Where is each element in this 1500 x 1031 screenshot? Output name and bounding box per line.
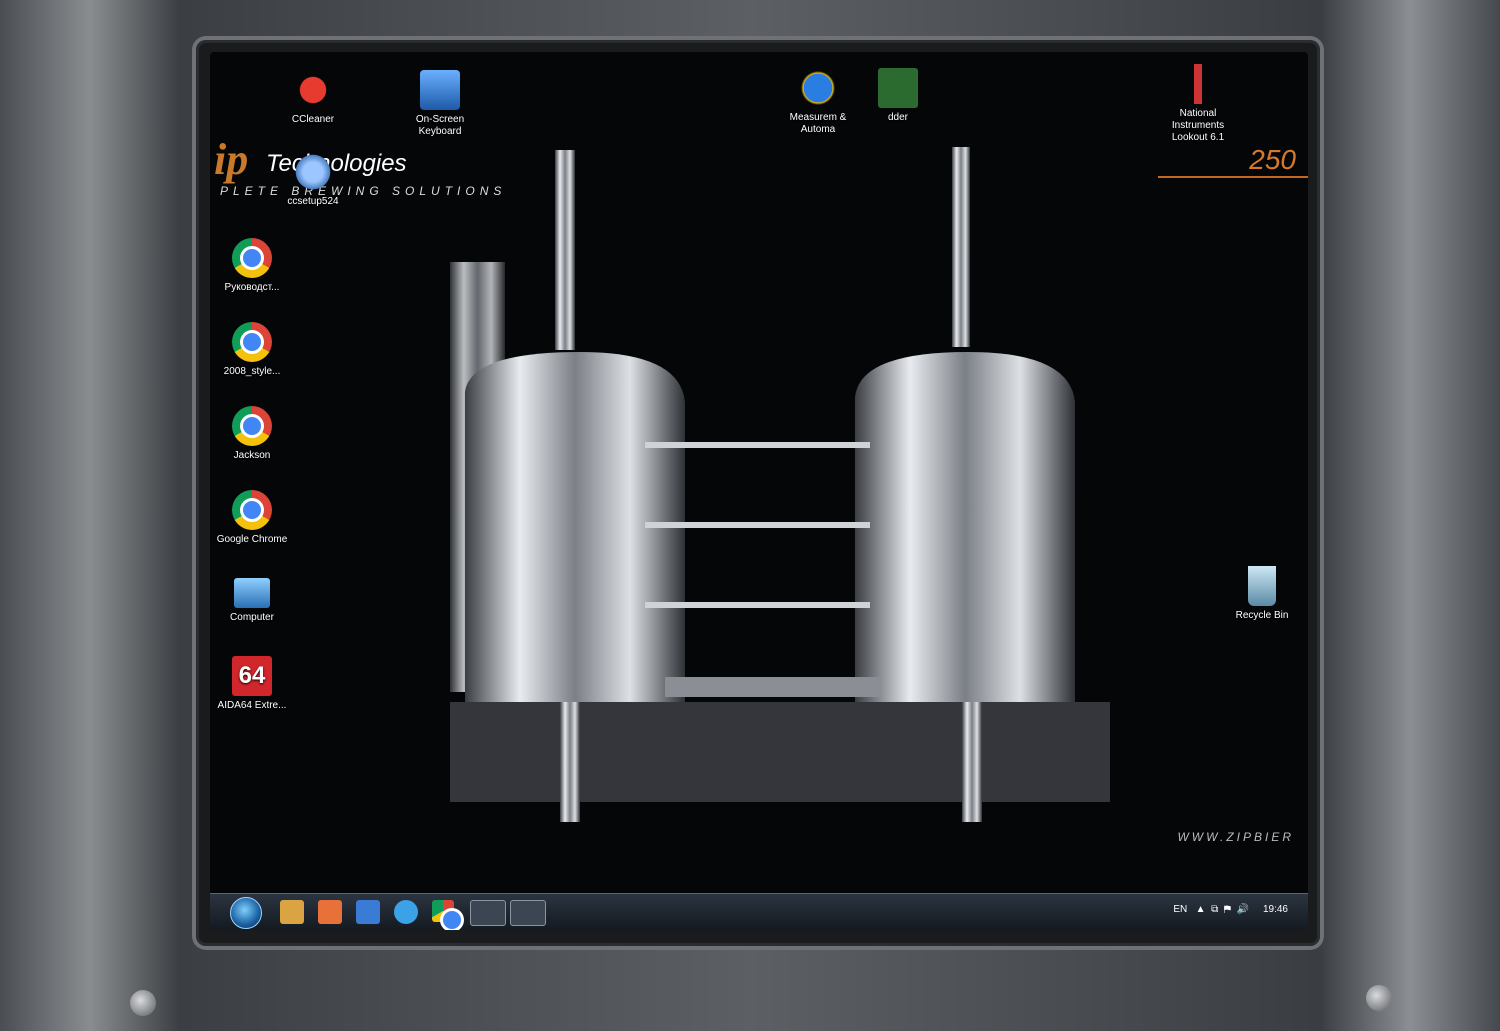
flag-icon[interactable]: ⚑ — [1224, 904, 1231, 915]
desktop-icon-measurement[interactable]: Measurem & Automa — [780, 68, 856, 136]
website-text: WWW.ZIPBIER — [1177, 830, 1294, 844]
windows-icon[interactable] — [356, 900, 380, 924]
chrome-icon — [232, 238, 272, 278]
chrome-icon — [232, 322, 272, 362]
desktop-icon-label: 2008_style... — [223, 366, 281, 377]
desktop-icon-rukovodstvo[interactable]: Руководст... — [214, 238, 290, 294]
media-player-icon[interactable] — [318, 900, 342, 924]
model-number: 250 — [1249, 144, 1296, 175]
desktop-icon-label: National Instruments Lookout 6.1 — [1171, 108, 1225, 143]
computer-icon — [234, 578, 270, 608]
network-icon[interactable]: ⧉ — [1211, 904, 1218, 915]
lookout-taskbar-icon[interactable] — [510, 900, 546, 926]
explorer-icon[interactable] — [280, 900, 304, 924]
keyboard-taskbar-icon[interactable] — [470, 900, 506, 926]
lighthouse-icon — [1178, 64, 1218, 104]
recycle-bin-icon — [1248, 566, 1276, 606]
desktop-icon-on-screen-keyboard[interactable]: On-Screen Keyboard — [402, 70, 478, 138]
desktop-icon-2008-style[interactable]: 2008_style... — [214, 322, 290, 378]
installer-icon — [293, 152, 333, 192]
brand-slogan: PLETE BREWING SOLUTIONS — [220, 184, 507, 198]
desktop-icon-label: ccsetup524 — [287, 196, 339, 207]
language-indicator[interactable]: EN — [1173, 904, 1187, 915]
model-underline — [1158, 176, 1308, 178]
brand-logo: ip Technologies PLETE BREWING SOLUTIONS — [214, 134, 501, 198]
measurement-icon — [798, 68, 838, 108]
taskbar: EN ▲ ⧉ ⚑ 🔊 19:46 — [210, 893, 1308, 930]
desktop-icon-google-chrome[interactable]: Google Chrome — [214, 490, 290, 546]
ladder-icon — [878, 68, 918, 108]
tray-arrow-icon[interactable]: ▲ — [1196, 904, 1206, 915]
brand-logo-mark: ip — [214, 135, 249, 184]
system-tray: EN ▲ ⧉ ⚑ 🔊 19:46 — [1173, 904, 1288, 915]
desktop-icon-label: Recycle Bin — [1235, 610, 1289, 621]
start-button[interactable] — [230, 897, 262, 929]
desktop-icon-label: On-Screen Keyboard — [415, 114, 465, 137]
desktop-icon-label: Руководст... — [224, 282, 280, 293]
chrome-icon — [232, 490, 272, 530]
ccleaner-icon — [293, 70, 333, 110]
desktop-icon-ccsetup[interactable]: ccsetup524 — [275, 152, 351, 208]
desktop-icon-national-instruments[interactable]: National Instruments Lookout 6.1 — [1160, 64, 1236, 144]
desktop-icon-label: Google Chrome — [216, 534, 288, 545]
desktop-icon-recycle-bin[interactable]: Recycle Bin — [1224, 566, 1300, 622]
screw-right — [1366, 985, 1392, 1011]
desktop-icon-ccleaner[interactable]: CCleaner — [275, 70, 351, 126]
keyboard-icon — [420, 70, 460, 110]
volume-icon[interactable]: 🔊 — [1237, 904, 1249, 915]
desktop-icon-ladder[interactable]: dder — [860, 68, 936, 124]
aida64-icon: 64 — [232, 656, 272, 696]
desktop-icon-jackson[interactable]: Jackson — [214, 406, 290, 462]
chrome-icon — [232, 406, 272, 446]
desktop-icon-label: CCleaner — [291, 114, 335, 125]
internet-explorer-icon[interactable] — [394, 900, 418, 924]
desktop-icon-label: dder — [887, 112, 908, 123]
screw-left — [130, 990, 156, 1016]
desktop-icon-label: Jackson — [233, 450, 271, 461]
desktop-icon-label: Computer — [230, 612, 274, 623]
chrome-taskbar-icon[interactable] — [432, 900, 461, 929]
clock[interactable]: 19:46 — [1263, 904, 1288, 915]
desktop: ip Technologies PLETE BREWING SOLUTIONS … — [210, 52, 1308, 930]
desktop-icon-label: Measurem & Automa — [789, 112, 847, 135]
desktop-icon-computer[interactable]: Computer — [214, 574, 290, 624]
desktop-icon-aida64[interactable]: 64 AIDA64 Extre... — [214, 656, 290, 712]
desktop-icon-label: AIDA64 Extre... — [217, 700, 287, 711]
